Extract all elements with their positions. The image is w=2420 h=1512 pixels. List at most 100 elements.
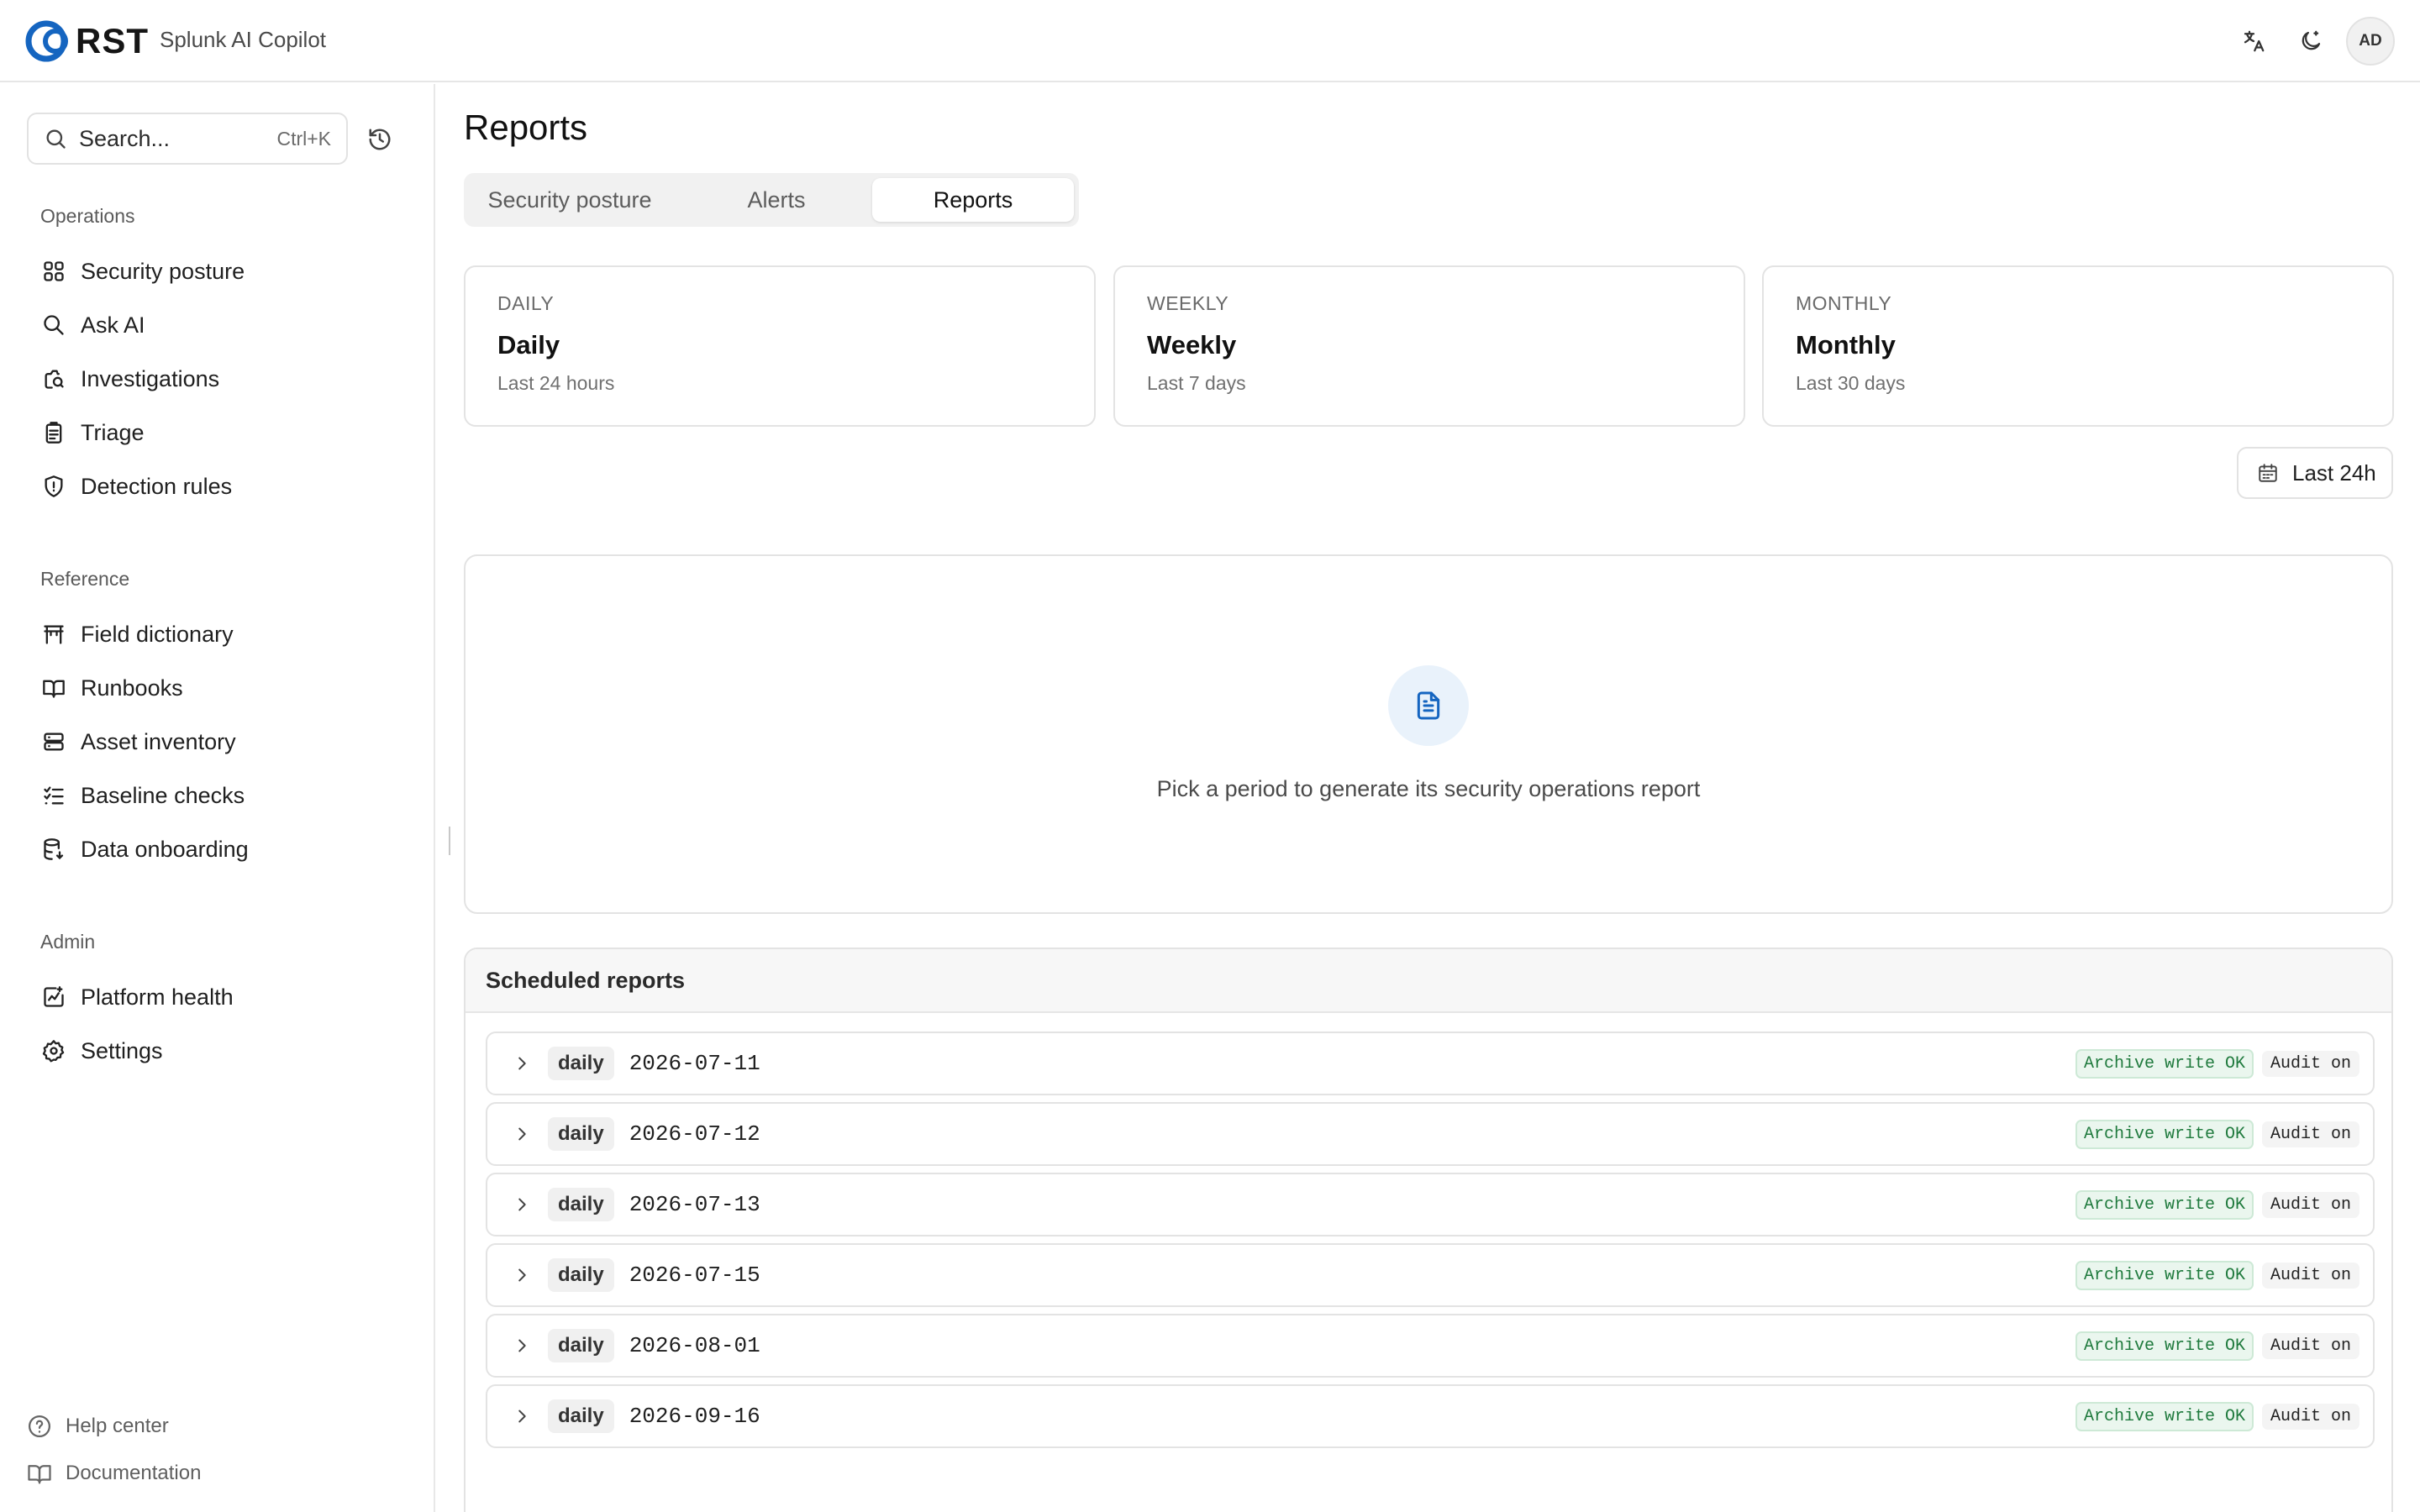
sidebar-item-baseline-checks[interactable]: Baseline checks: [40, 774, 410, 816]
chevron-right-icon[interactable]: [509, 1263, 534, 1288]
health-chart-icon: [40, 984, 67, 1011]
sidebar-item-investigations[interactable]: Investigations: [40, 358, 410, 400]
sidebar-item-label: Triage: [81, 419, 145, 445]
time-range-label: Last 24h: [2292, 459, 2376, 486]
logo-text: RST: [76, 21, 149, 60]
period-title: Monthly: [1796, 330, 1896, 360]
period-subtitle: Last 7 days: [1147, 372, 1246, 394]
document-icon: [1388, 665, 1469, 746]
search-icon: [46, 129, 66, 149]
archive-status-badge: Archive write OK: [2075, 1331, 2254, 1361]
report-type-badge: daily: [548, 1117, 614, 1151]
tab-alerts[interactable]: Alerts: [676, 178, 877, 222]
documentation-label: Documentation: [66, 1462, 202, 1484]
sidebar-item-field-dictionary[interactable]: Field dictionary: [40, 613, 410, 655]
report-row[interactable]: daily 2026-07-15 Archive write OK Audit on: [486, 1243, 2375, 1307]
sidebar-item-label: Settings: [81, 1037, 163, 1063]
table-icon: [40, 621, 67, 648]
report-empty-state: Pick a period to generate its security o…: [464, 554, 2393, 914]
chevron-right-icon[interactable]: [509, 1051, 534, 1076]
sidebar-item-platform-health[interactable]: Platform health: [40, 976, 410, 1018]
search-input[interactable]: Search... Ctrl+K: [27, 113, 348, 165]
period-subtitle: Last 30 days: [1796, 372, 1906, 394]
database-import-icon: [40, 836, 67, 863]
sidebar-resize-handle[interactable]: [449, 827, 452, 855]
chevron-right-icon[interactable]: [509, 1121, 534, 1147]
period-card-daily[interactable]: DAILY Daily Last 24 hours: [464, 265, 1096, 427]
theme-moon-icon[interactable]: [2289, 19, 2333, 63]
sidebar-item-label: Security posture: [81, 258, 245, 284]
sidebar-item-runbooks[interactable]: Runbooks: [40, 667, 410, 709]
checklist-icon: [40, 782, 67, 809]
period-caption: MONTHLY: [1796, 292, 1892, 314]
sidebar-item-detection-rules[interactable]: Detection rules: [40, 465, 410, 507]
sidebar-item-label: Asset inventory: [81, 728, 236, 754]
sidebar-item-label: Investigations: [81, 365, 220, 391]
report-date: 2026-09-16: [629, 1404, 760, 1429]
sidebar-item-label: Runbooks: [81, 675, 183, 701]
audit-status-badge: Audit on: [2261, 1191, 2360, 1218]
sidebar: Search... Ctrl+K Operations Security pos…: [0, 84, 435, 1512]
gear-icon: [40, 1037, 67, 1064]
chevron-right-icon[interactable]: [509, 1333, 534, 1358]
app-name: Splunk AI Copilot: [160, 27, 327, 52]
time-range-button[interactable]: Last 24h: [2237, 447, 2393, 499]
help-center-link[interactable]: Help center: [27, 1408, 169, 1445]
period-card-monthly[interactable]: MONTHLY Monthly Last 30 days: [1762, 265, 2394, 427]
archive-status-badge: Archive write OK: [2075, 1119, 2254, 1149]
report-date: 2026-07-11: [629, 1051, 760, 1076]
investigation-icon: [40, 365, 67, 392]
server-icon: [40, 728, 67, 755]
section-label-admin: Admin: [40, 931, 96, 953]
audit-status-badge: Audit on: [2261, 1403, 2360, 1430]
period-card-weekly[interactable]: WEEKLY Weekly Last 7 days: [1113, 265, 1745, 427]
period-caption: DAILY: [497, 292, 555, 314]
search-icon: [40, 312, 67, 339]
shield-alert-icon: [40, 473, 67, 500]
tab-security-posture[interactable]: Security posture: [469, 178, 671, 222]
logo[interactable]: RST: [24, 18, 149, 64]
documentation-link[interactable]: Documentation: [27, 1455, 201, 1492]
report-row[interactable]: daily 2026-07-12 Archive write OK Audit on: [486, 1102, 2375, 1166]
calendar-icon: [2257, 462, 2279, 484]
audit-status-badge: Audit on: [2261, 1332, 2360, 1359]
report-row[interactable]: daily 2026-07-11 Archive write OK Audit on: [486, 1032, 2375, 1095]
section-label-reference: Reference: [40, 568, 130, 590]
chevron-right-icon[interactable]: [509, 1404, 534, 1429]
report-row[interactable]: daily 2026-08-01 Archive write OK Audit on: [486, 1314, 2375, 1378]
chevron-right-icon[interactable]: [509, 1192, 534, 1217]
archive-status-badge: Archive write OK: [2075, 1048, 2254, 1079]
tab-reports[interactable]: Reports: [872, 178, 1074, 222]
report-type-badge: daily: [548, 1188, 614, 1221]
grid-icon: [40, 258, 67, 285]
sidebar-item-settings[interactable]: Settings: [40, 1030, 410, 1072]
period-subtitle: Last 24 hours: [497, 372, 615, 394]
report-row[interactable]: daily 2026-09-16 Archive write OK Audit on: [486, 1384, 2375, 1448]
book-open-icon: [40, 675, 67, 701]
logo-mark-icon: [25, 20, 68, 62]
report-date: 2026-07-12: [629, 1121, 760, 1147]
archive-status-badge: Archive write OK: [2075, 1189, 2254, 1220]
avatar[interactable]: AD: [2346, 17, 2395, 66]
sidebar-item-data-onboarding[interactable]: Data onboarding: [40, 828, 410, 870]
search-placeholder: Search...: [79, 125, 171, 151]
report-date: 2026-07-15: [629, 1263, 760, 1288]
audit-status-badge: Audit on: [2261, 1050, 2360, 1077]
period-title: Weekly: [1147, 330, 1237, 360]
sidebar-item-triage[interactable]: Triage: [40, 412, 410, 454]
sidebar-item-ask-ai[interactable]: Ask AI: [40, 304, 410, 346]
report-row[interactable]: daily 2026-07-13 Archive write OK Audit on: [486, 1173, 2375, 1236]
top-bar: RST Splunk AI Copilot AD: [0, 0, 2420, 82]
report-date: 2026-07-13: [629, 1192, 760, 1217]
help-center-label: Help center: [66, 1415, 169, 1437]
period-title: Daily: [497, 330, 560, 360]
translate-icon[interactable]: [2232, 19, 2275, 63]
history-icon[interactable]: [363, 123, 397, 156]
sidebar-item-label: Ask AI: [81, 312, 145, 338]
sidebar-item-asset-inventory[interactable]: Asset inventory: [40, 721, 410, 763]
book-icon: [27, 1461, 52, 1486]
audit-status-badge: Audit on: [2261, 1262, 2360, 1289]
report-type-badge: daily: [548, 1258, 614, 1292]
tab-bar: Security posture Alerts Reports: [464, 173, 1079, 227]
sidebar-item-security-posture[interactable]: Security posture: [40, 250, 410, 292]
